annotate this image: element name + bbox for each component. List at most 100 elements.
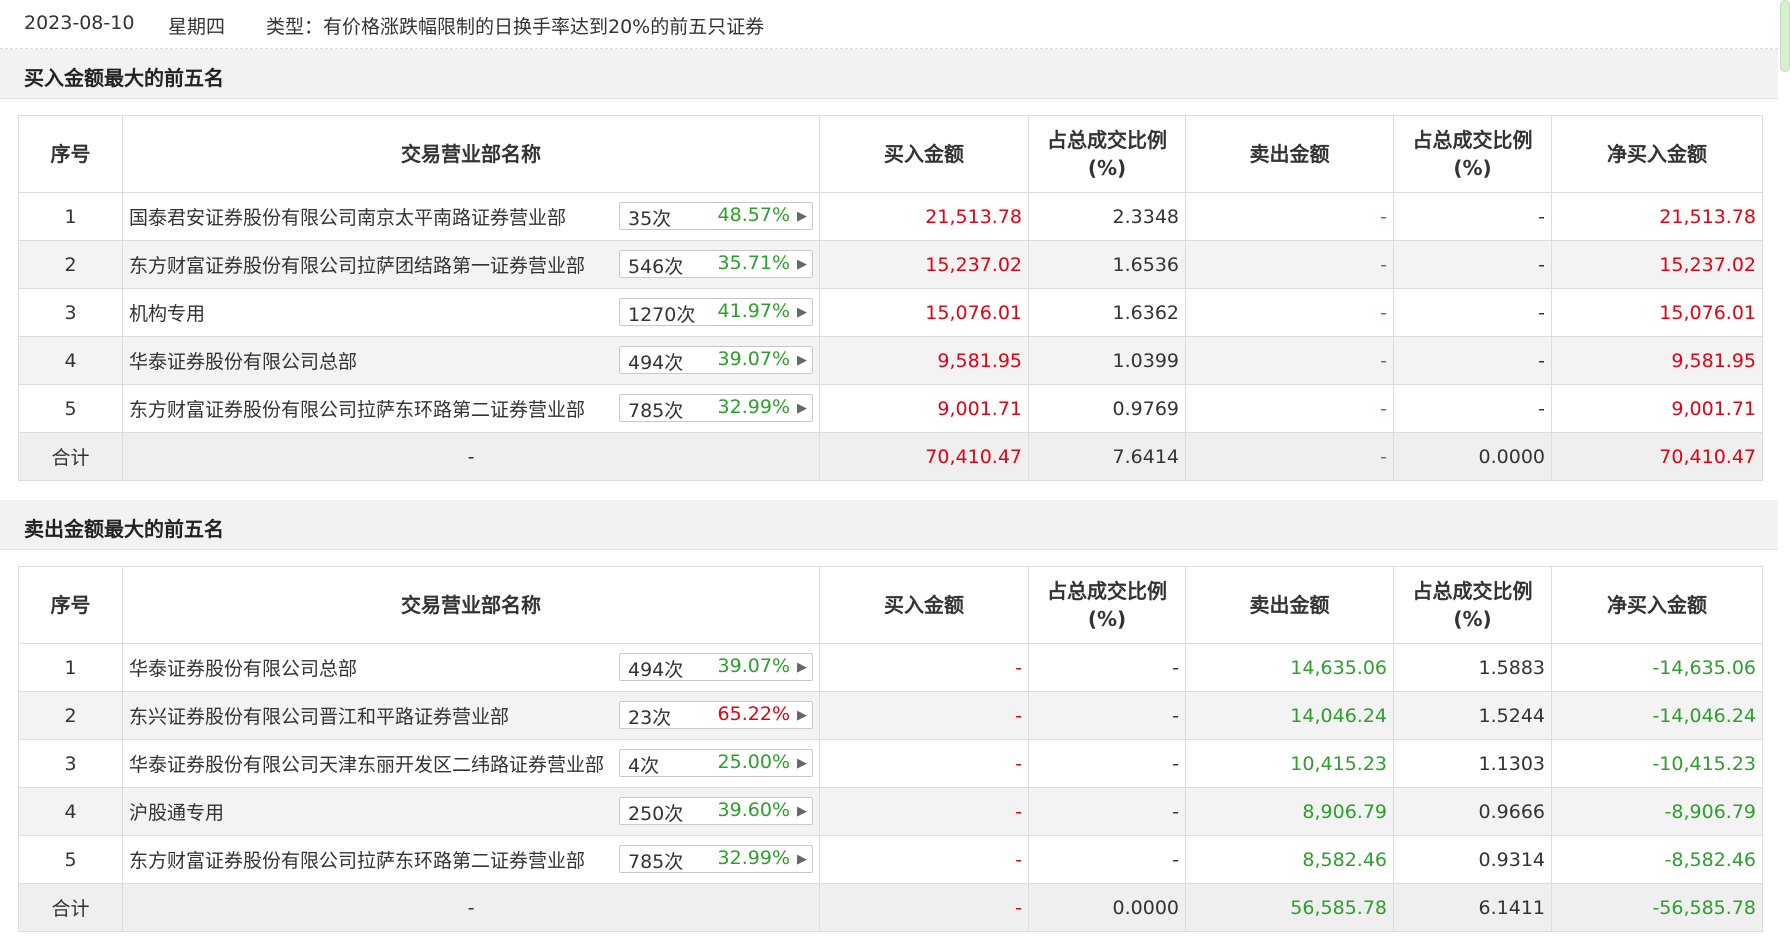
row-seq: 1: [18, 192, 123, 241]
seat-win-rate: 48.57%: [717, 204, 790, 226]
seat-win-rate: 39.07%: [717, 655, 790, 677]
col-header-sell: 卖出金额: [1185, 566, 1394, 644]
net-amount: 9,001.71: [1551, 384, 1763, 433]
seat-times: 23次: [628, 707, 672, 729]
net-amount: -8,906.79: [1551, 787, 1763, 836]
col-header-seq: 序号: [18, 115, 123, 193]
table-row: 2 东方财富证券股份有限公司拉萨团结路第一证券营业部 546次 35.71% ▶ 15,2…: [18, 240, 1763, 289]
seat-stats-button[interactable]: 785次 32.99% ▶: [619, 845, 813, 873]
buy-amount: 9,581.95: [819, 336, 1029, 385]
total-row: 合计 - -0.0000 56,585.78 6.1411 -56,585.78: [18, 883, 1763, 932]
seat-name-link[interactable]: 华泰证券股份有限公司天津东丽开发区二纬路证券营业部: [129, 750, 614, 777]
seat-stats-button[interactable]: 23次 65.22% ▶: [619, 701, 813, 729]
seat-cell: 沪股通专用 250次 39.60% ▶: [122, 787, 820, 836]
sell-ratio: 0.9666: [1393, 787, 1552, 836]
sell-amount: -: [1185, 384, 1394, 433]
sell-ratio: 0.9314: [1393, 835, 1552, 884]
sell-top5-table: 序号 交易营业部名称 买入金额 占总成交比例(%) 卖出金额 占总成交比例(%)…: [18, 566, 1763, 932]
net-amount: -10,415.23: [1551, 739, 1763, 788]
table-row: 3 华泰证券股份有限公司天津东丽开发区二纬路证券营业部 4次 25.00% ▶ - -10,…: [18, 739, 1763, 788]
seat-name-link[interactable]: 东兴证券股份有限公司晋江和平路证券营业部: [129, 702, 614, 729]
buy-amount: 21,513.78: [819, 192, 1029, 241]
buy-ratio: 1.6536: [1028, 240, 1186, 289]
total-sell-ratio: 0.0000: [1393, 432, 1552, 481]
seat-stats-button[interactable]: 35次 48.57% ▶: [619, 202, 813, 230]
buy-ratio: -: [1028, 787, 1186, 836]
net-amount: 9,581.95: [1551, 336, 1763, 385]
total-label: 合计: [18, 432, 123, 481]
row-seq: 4: [18, 787, 123, 836]
seat-name-link[interactable]: 东方财富证券股份有限公司拉萨团结路第一证券营业部: [129, 251, 614, 278]
row-seq: 3: [18, 739, 123, 788]
weekday: 星期四: [168, 16, 226, 38]
total-net: -56,585.78: [1551, 883, 1763, 932]
seat-cell: 国泰君安证券股份有限公司南京太平南路证券营业部 35次 48.57% ▶: [122, 192, 820, 241]
buy-amount: -: [819, 787, 1029, 836]
seat-stats-button[interactable]: 4次 25.00% ▶: [619, 749, 813, 777]
sell-section-header: 卖出金额最大的前五名: [0, 500, 1778, 550]
net-amount: -14,635.06: [1551, 643, 1763, 692]
col-header-seat: 交易营业部名称: [122, 566, 820, 644]
total-net: 70,410.47: [1551, 432, 1763, 481]
seat-times: 250次: [628, 803, 684, 825]
table-row: 1 国泰君安证券股份有限公司南京太平南路证券营业部 35次 48.57% ▶ 21,513…: [18, 192, 1763, 241]
seat-name-link[interactable]: 东方财富证券股份有限公司拉萨东环路第二证券营业部: [129, 395, 614, 422]
sell-ratio: -: [1393, 384, 1552, 433]
list-type: 类型：有价格涨跌幅限制的日换手率达到20%的前五只证券: [266, 16, 765, 38]
sell-ratio: -: [1393, 288, 1552, 337]
sell-amount: -: [1185, 192, 1394, 241]
seat-name-link[interactable]: 国泰君安证券股份有限公司南京太平南路证券营业部: [129, 203, 614, 230]
col-header-buy: 买入金额: [819, 566, 1029, 644]
sell-table-body: 1 华泰证券股份有限公司总部 494次 39.07% ▶ - -14,635.06 1.588…: [18, 643, 1763, 932]
seat-times: 1270次: [628, 304, 696, 326]
seat-name-link[interactable]: 华泰证券股份有限公司总部: [129, 347, 614, 374]
seat-stats-button[interactable]: 546次 35.71% ▶: [619, 250, 813, 278]
buy-amount: -: [819, 835, 1029, 884]
seat-cell: 华泰证券股份有限公司天津东丽开发区二纬路证券营业部 4次 25.00% ▶: [122, 739, 820, 788]
col-header-buy-ratio: 占总成交比例(%): [1028, 115, 1186, 193]
sell-ratio: -: [1393, 240, 1552, 289]
page: 2023-08-10 星期四 类型：有价格涨跌幅限制的日换手率达到20%的前五只…: [0, 0, 1790, 936]
buy-section-header: 买入金额最大的前五名: [0, 49, 1778, 99]
seat-win-rate: 32.99%: [717, 847, 790, 869]
total-label: 合计: [18, 883, 123, 932]
buy-ratio: 2.3348: [1028, 192, 1186, 241]
buy-amount: -: [819, 739, 1029, 788]
seat-name-link[interactable]: 东方财富证券股份有限公司拉萨东环路第二证券营业部: [129, 846, 614, 873]
total-buy: 70,410.47: [819, 432, 1029, 481]
col-header-buy-ratio: 占总成交比例(%): [1028, 566, 1186, 644]
seat-times: 494次: [628, 659, 684, 681]
seat-win-rate: 39.07%: [717, 348, 790, 370]
seat-win-rate: 41.97%: [717, 300, 790, 322]
sell-amount: -: [1185, 240, 1394, 289]
seat-win-rate: 25.00%: [717, 751, 790, 773]
seat-stats-button[interactable]: 250次 39.60% ▶: [619, 797, 813, 825]
top-info-bar: 2023-08-10 星期四 类型：有价格涨跌幅限制的日换手率达到20%的前五只…: [0, 0, 1778, 49]
seat-cell: 华泰证券股份有限公司总部 494次 39.07% ▶: [122, 643, 820, 692]
sell-ratio: -: [1393, 336, 1552, 385]
seat-cell: 东方财富证券股份有限公司拉萨东环路第二证券营业部 785次 32.99% ▶: [122, 384, 820, 433]
seat-stats-button[interactable]: 494次 39.07% ▶: [619, 346, 813, 374]
col-header-net: 净买入金额: [1551, 566, 1763, 644]
table-row: 5 东方财富证券股份有限公司拉萨东环路第二证券营业部 785次 32.99% ▶ 9,00…: [18, 384, 1763, 433]
net-amount: 15,076.01: [1551, 288, 1763, 337]
sell-ratio: 1.5883: [1393, 643, 1552, 692]
seat-name-link[interactable]: 机构专用: [129, 299, 614, 326]
col-header-seq: 序号: [18, 566, 123, 644]
scrollbar[interactable]: [1780, 0, 1790, 72]
row-seq: 5: [18, 835, 123, 884]
seat-times: 4次: [628, 755, 660, 777]
seat-stats-button[interactable]: 494次 39.07% ▶: [619, 653, 813, 681]
seat-name-link[interactable]: 华泰证券股份有限公司总部: [129, 654, 614, 681]
trade-date: 2023-08-10: [24, 12, 135, 34]
seat-cell: 东方财富证券股份有限公司拉萨团结路第一证券营业部 546次 35.71% ▶: [122, 240, 820, 289]
buy-ratio: -: [1028, 643, 1186, 692]
col-header-sell: 卖出金额: [1185, 115, 1394, 193]
seat-stats-button[interactable]: 785次 32.99% ▶: [619, 394, 813, 422]
buy-amount: -: [819, 691, 1029, 740]
chevron-right-icon: ▶: [797, 305, 807, 320]
seat-stats-button[interactable]: 1270次 41.97% ▶: [619, 298, 813, 326]
seat-times: 785次: [628, 400, 684, 422]
seat-name-link[interactable]: 沪股通专用: [129, 798, 614, 825]
row-seq: 4: [18, 336, 123, 385]
